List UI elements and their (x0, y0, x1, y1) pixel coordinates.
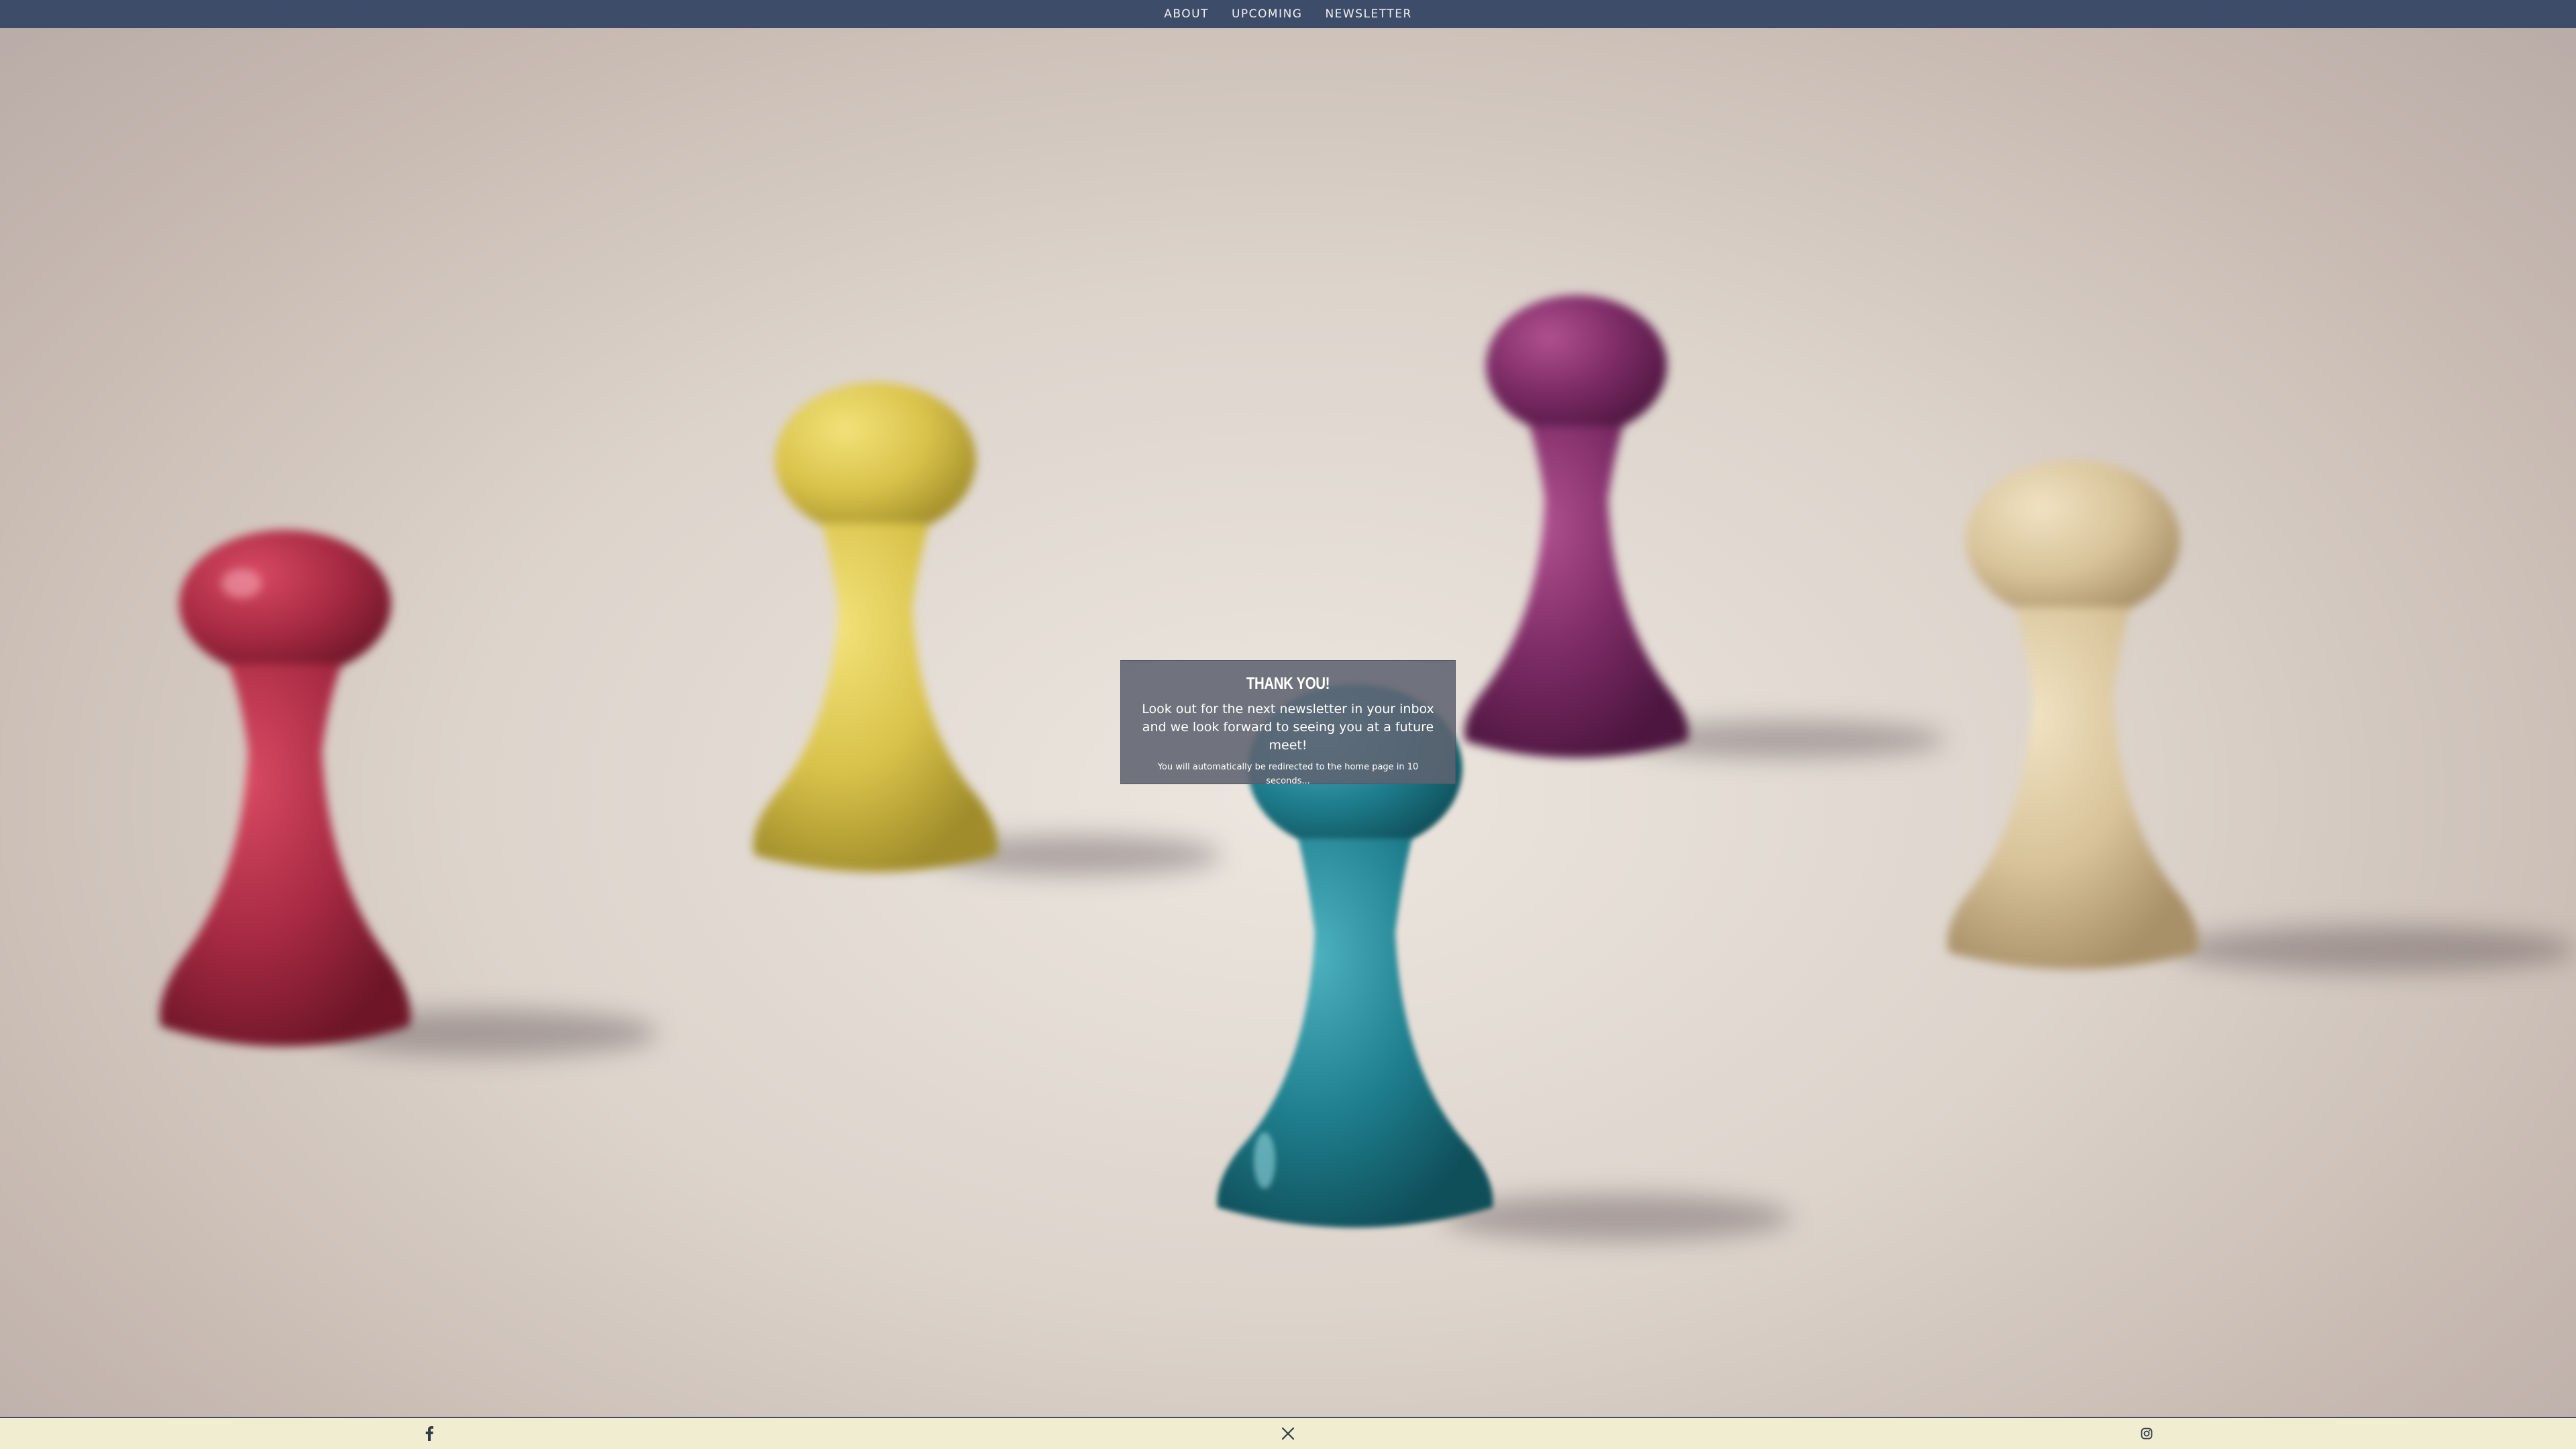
modal-message: Look out for the next newsletter in your… (1142, 702, 1434, 753)
beige-pawn (1932, 456, 2214, 979)
modal-title: THANK YOU! (1246, 674, 1330, 693)
thank-you-modal: THANK YOU! Look out for the next newslet… (1120, 660, 1456, 786)
yellow-pawn (741, 379, 1010, 882)
page: ABOUT UPCOMING NEWSLETTER THANK YOU! Loo… (0, 0, 2576, 1449)
redirect-notice: You will automatically be redirected to … (1157, 762, 1419, 786)
x-icon[interactable] (1279, 1424, 1297, 1443)
facebook-icon[interactable] (420, 1424, 439, 1443)
top-navigation: ABOUT UPCOMING NEWSLETTER (0, 0, 2576, 28)
instagram-icon[interactable] (2137, 1424, 2156, 1443)
red-pawn (148, 530, 423, 1060)
nav-newsletter-link[interactable]: NEWSLETTER (1325, 2, 1411, 26)
nav-upcoming-link[interactable]: UPCOMING (1232, 2, 1303, 26)
footer (0, 1417, 2576, 1449)
nav-about-link[interactable]: ABOUT (1164, 2, 1209, 26)
